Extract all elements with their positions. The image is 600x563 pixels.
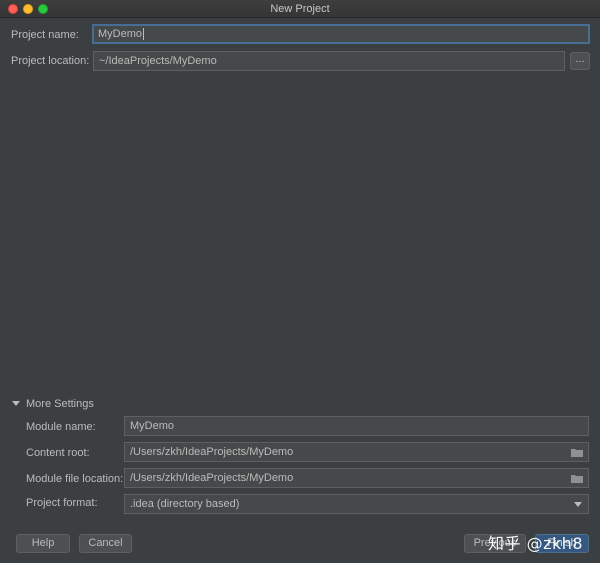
module-name-input[interactable]: MyDemo (124, 416, 589, 436)
project-name-value: MyDemo (98, 28, 142, 40)
module-file-location-input[interactable]: /Users/zkh/IdeaProjects/MyDemo (124, 468, 589, 488)
text-caret (143, 28, 144, 40)
content-root-label: Content root: (26, 447, 90, 459)
project-name-label: Project name: (11, 29, 79, 41)
help-button[interactable]: Help (16, 534, 70, 553)
new-project-dialog: New Project Project name: MyDemo Project… (0, 0, 600, 563)
chevron-down-icon (574, 502, 582, 507)
cancel-button[interactable]: Cancel (79, 534, 132, 553)
project-location-input[interactable]: ~/IdeaProjects/MyDemo (93, 51, 565, 71)
module-file-location-label: Module file location: (26, 473, 123, 485)
module-name-label: Module name: (26, 421, 96, 433)
project-format-select[interactable]: .idea (directory based) (124, 494, 589, 514)
content-root-input[interactable]: /Users/zkh/IdeaProjects/MyDemo (124, 442, 589, 462)
browse-location-button[interactable]: ... (570, 52, 590, 70)
project-format-label: Project format: (26, 497, 98, 509)
project-location-label: Project location: (11, 55, 89, 67)
project-format-value: .idea (directory based) (130, 498, 239, 510)
folder-icon[interactable] (571, 474, 583, 483)
expand-triangle-icon (12, 401, 20, 406)
more-settings-label: More Settings (26, 398, 94, 410)
folder-icon[interactable] (571, 448, 583, 457)
module-file-location-value: /Users/zkh/IdeaProjects/MyDemo (130, 472, 293, 484)
watermark: 知乎 @zkh8 (488, 530, 583, 554)
more-settings-toggle[interactable]: More Settings (12, 398, 94, 410)
content-root-value: /Users/zkh/IdeaProjects/MyDemo (130, 446, 293, 458)
title-bar: New Project (0, 0, 600, 18)
project-name-input[interactable]: MyDemo (92, 24, 590, 44)
window-title: New Project (0, 3, 600, 15)
